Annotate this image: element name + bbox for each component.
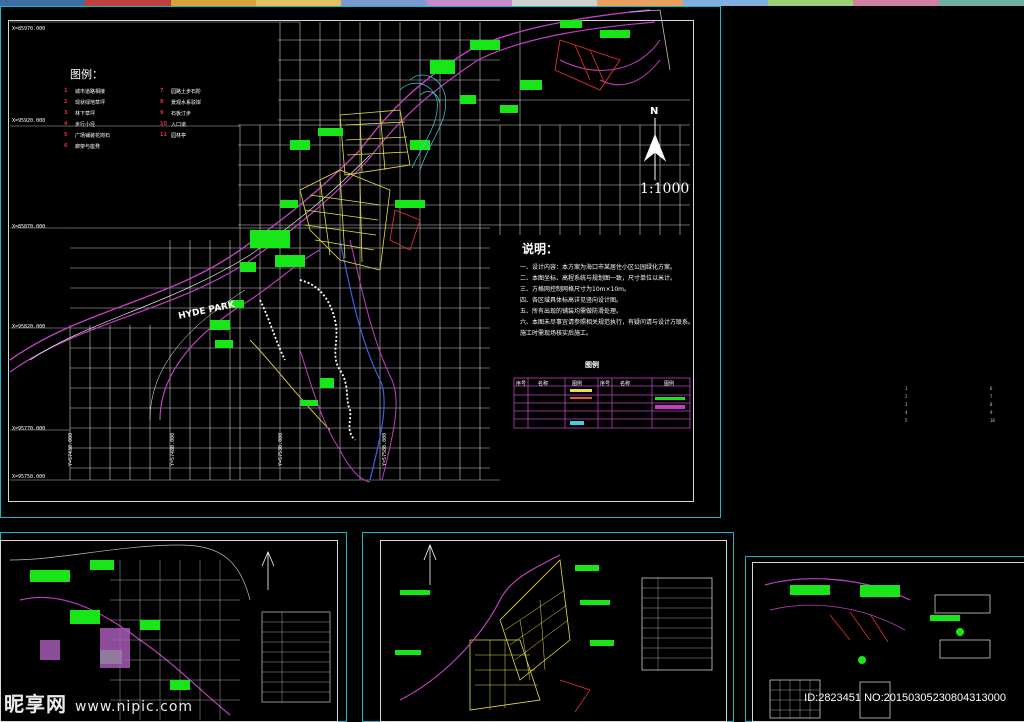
sheet2-drawing [399,554,713,713]
plaza-yellow [299,109,411,271]
coordinate-label: Y=57580.000 [382,432,388,466]
winding-path [259,279,356,441]
coordinate-label: Y=57480.000 [170,432,176,466]
watermark-url: www.nipic.com [74,699,194,715]
note-line: 施工时需现场核实后施工。 [520,330,593,337]
legend-item-label: 林下草坪 [75,111,96,117]
coordinate-label: X=95920.000 [12,118,46,124]
legend-item-label: 城市道路相接 [75,89,106,95]
table-header-cell: 序号 [600,381,611,387]
coordinate-label: Y=57530.000 [278,432,284,466]
legend-item-number: 2 [64,99,68,105]
water-contours [399,74,447,171]
note-line: 一、设计内容：本方案为海口市某居住小区公园绿化方案。 [520,264,677,271]
legend-item-label: 广场铺装花岗石 [75,133,111,139]
side-number: 2 [905,394,908,399]
legend-item-label: 入口道 [171,122,187,128]
table-header-cell: 序号 [516,381,527,387]
coordinate-label: X=95820.000 [12,324,46,330]
legend-item-number: 3 [64,110,68,116]
legend-swatches [570,389,685,425]
legend-item-number: 11 [160,132,167,138]
legend-item-label: 园林亭 [171,133,187,139]
table-header-cell: 图例 [664,381,675,387]
cad-drawing [9,9,991,720]
side-number: 3 [905,402,908,407]
sheet1-vegetation [30,560,190,690]
coordinate-label: X=95750.000 [12,474,46,480]
legend-item-label: 景观水系驳岸 [171,100,202,106]
coordinate-label: X=95770.000 [12,426,46,432]
coordinate-label: X=85970.000 [12,26,46,32]
side-number: 1 [905,386,908,391]
note-line: 四、各区域具体标高详见竖向设计图。 [520,297,623,304]
scale-label: 1:1000 [640,181,690,197]
notes-title: 说明： [522,242,559,256]
table-header-cell: 图例 [572,381,583,387]
legend-item-number: 7 [160,88,164,94]
legend-item-number: 8 [160,99,164,105]
legend-item-number: 1 [64,88,68,94]
legend-item-number: 6 [64,143,68,149]
note-line: 六、本图未尽事宜请参照相关规范执行，有疑问请与设计方联系。 [520,319,695,326]
legend-table-title: 图例 [585,361,599,369]
table-header-cell: 名称 [620,381,631,387]
side-number: 5 [905,418,908,423]
watermark-brand: 昵享网 [4,692,67,716]
legend-item-label: 现状绿地草坪 [75,100,106,106]
legend-item-number: 5 [64,132,68,138]
legend-item-number: 4 [64,121,68,127]
legend-item-number: 9 [160,110,164,116]
side-number: 7 [990,394,993,399]
side-number: 4 [905,410,908,415]
legend-title: 图例： [70,68,103,81]
table-header-cell: 名称 [538,381,549,387]
note-line: 五、所有出现的铺装均需做防滑处理。 [520,308,623,315]
legend-item-label: 廊架与座凳 [75,144,101,150]
north-arrow [643,118,667,180]
image-id: ID:2823451 NO:20150305230804313000 [804,692,1006,704]
north-label: N [650,106,659,117]
coordinate-label: X=85870.000 [12,224,46,230]
watermark-logo: 昵享网 www.nipic.com [4,688,193,717]
legend-item-label: 园路土步石阶 [171,89,202,95]
side-number: 10 [990,418,995,423]
legend-item-label: 石板汀步 [171,111,192,117]
side-number: 8 [990,402,993,407]
legend-item-number: 10 [160,121,167,127]
side-number: 9 [990,410,993,415]
note-line: 三、方格网控制网格尺寸为10m×10m。 [520,286,630,293]
note-line: 二、本图坐标、高程系统与规划图一致，尺寸单位以米计。 [520,275,677,282]
legend-item-label: 步行小径 [75,122,96,128]
coordinate-label: Y=57430.000 [68,432,74,466]
side-number: 6 [990,386,993,391]
